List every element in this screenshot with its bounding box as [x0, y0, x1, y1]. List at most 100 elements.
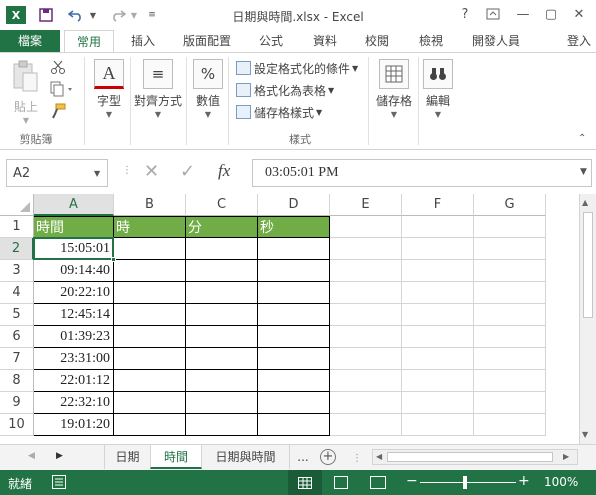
column-header-e[interactable]: E: [330, 194, 402, 216]
cell-b9[interactable]: [114, 392, 186, 414]
column-header-g[interactable]: G: [474, 194, 546, 216]
cell-f8[interactable]: [402, 370, 474, 392]
expand-formula-bar-icon[interactable]: ▼: [580, 167, 587, 177]
column-header-d[interactable]: D: [258, 194, 330, 216]
cancel-icon[interactable]: ✕: [144, 161, 166, 183]
sheet-tab-time[interactable]: 時間: [150, 445, 202, 469]
number-button[interactable]: % 數值 ▼: [192, 59, 224, 119]
scroll-up-icon[interactable]: ▲: [582, 198, 588, 207]
page-layout-view-icon[interactable]: [334, 476, 348, 489]
zoom-out-button[interactable]: −: [406, 473, 418, 489]
tab-formulas[interactable]: 公式: [246, 30, 296, 52]
cell-a10[interactable]: 19:01:20: [34, 414, 114, 436]
sheet-tab-date-and-time[interactable]: 日期與時間: [202, 445, 290, 469]
row-header-9[interactable]: 9: [0, 392, 34, 414]
editing-button[interactable]: 編輯 ▼: [422, 59, 454, 119]
tab-page-layout[interactable]: 版面配置: [176, 30, 238, 52]
cell-b4[interactable]: [114, 282, 186, 304]
close-button[interactable]: ✕: [566, 4, 592, 24]
cell-d10[interactable]: [258, 414, 330, 436]
row-header-1[interactable]: 1: [0, 216, 34, 238]
cell-a7[interactable]: 23:31:00: [34, 348, 114, 370]
cell-f6[interactable]: [402, 326, 474, 348]
cell-c9[interactable]: [186, 392, 258, 414]
cell-b10[interactable]: [114, 414, 186, 436]
minimize-button[interactable]: —: [510, 4, 536, 24]
row-header-8[interactable]: 8: [0, 370, 34, 392]
cell-g7[interactable]: [474, 348, 546, 370]
paste-button[interactable]: 貼上 ▼: [8, 59, 44, 125]
help-button[interactable]: ?: [452, 4, 478, 24]
ribbon-display-button[interactable]: [480, 4, 506, 24]
zoom-slider[interactable]: [420, 482, 516, 483]
enter-icon[interactable]: ✓: [180, 161, 202, 183]
cell-a4[interactable]: 20:22:10: [34, 282, 114, 304]
cut-icon[interactable]: [50, 59, 66, 75]
cell-g10[interactable]: [474, 414, 546, 436]
collapse-ribbon-icon[interactable]: ⌃: [578, 133, 590, 145]
cell-e10[interactable]: [330, 414, 402, 436]
row-header-4[interactable]: 4: [0, 282, 34, 304]
row-header-3[interactable]: 3: [0, 260, 34, 282]
cell-a1[interactable]: 時間: [34, 216, 114, 238]
macro-record-icon[interactable]: [52, 475, 66, 489]
zoom-level[interactable]: 100%: [544, 475, 578, 489]
sheet-tab-date[interactable]: 日期: [104, 445, 150, 469]
formula-input[interactable]: 03:05:01 PM: [252, 159, 592, 187]
name-box-dropdown-icon[interactable]: ▼: [94, 169, 100, 178]
copy-icon[interactable]: [50, 81, 74, 97]
scroll-right-icon[interactable]: ▶: [563, 452, 569, 461]
cell-g5[interactable]: [474, 304, 546, 326]
tab-view[interactable]: 檢視: [406, 30, 456, 52]
cell-f1[interactable]: [402, 216, 474, 238]
cell-g8[interactable]: [474, 370, 546, 392]
more-sheets-button[interactable]: ...: [290, 445, 316, 469]
zoom-in-button[interactable]: +: [518, 473, 530, 489]
tab-file[interactable]: 檔案: [0, 30, 60, 52]
format-as-table-button[interactable]: 格式化為表格 ▼: [236, 81, 334, 99]
cell-b7[interactable]: [114, 348, 186, 370]
new-sheet-icon[interactable]: +: [320, 449, 336, 465]
cell-e1[interactable]: [330, 216, 402, 238]
cell-b3[interactable]: [114, 260, 186, 282]
cell-d5[interactable]: [258, 304, 330, 326]
page-break-preview-icon[interactable]: [370, 476, 386, 489]
cells-button[interactable]: 儲存格 ▼: [374, 59, 414, 119]
cell-d8[interactable]: [258, 370, 330, 392]
cell-d4[interactable]: [258, 282, 330, 304]
cell-e9[interactable]: [330, 392, 402, 414]
scrollbar-splitter-icon[interactable]: ⋮: [352, 453, 362, 464]
cell-c10[interactable]: [186, 414, 258, 436]
row-header-2[interactable]: 2: [0, 238, 34, 260]
cell-e6[interactable]: [330, 326, 402, 348]
cell-b2[interactable]: [114, 238, 186, 260]
cell-f5[interactable]: [402, 304, 474, 326]
cell-d7[interactable]: [258, 348, 330, 370]
restore-button[interactable]: ▢: [538, 4, 564, 24]
column-header-f[interactable]: F: [402, 194, 474, 216]
cell-c4[interactable]: [186, 282, 258, 304]
cell-g1[interactable]: [474, 216, 546, 238]
cell-c7[interactable]: [186, 348, 258, 370]
font-button[interactable]: A 字型 ▼: [92, 59, 126, 119]
cell-d9[interactable]: [258, 392, 330, 414]
cell-b1[interactable]: 時: [114, 216, 186, 238]
cell-f9[interactable]: [402, 392, 474, 414]
row-header-5[interactable]: 5: [0, 304, 34, 326]
scroll-sheets-left-icon[interactable]: ◀: [28, 451, 35, 461]
scroll-down-icon[interactable]: ▼: [582, 430, 588, 439]
cell-c5[interactable]: [186, 304, 258, 326]
name-box[interactable]: A2: [6, 159, 108, 187]
row-header-7[interactable]: 7: [0, 348, 34, 370]
row-header-6[interactable]: 6: [0, 326, 34, 348]
cell-a6[interactable]: 01:39:23: [34, 326, 114, 348]
column-header-c[interactable]: C: [186, 194, 258, 216]
fill-handle[interactable]: [111, 257, 116, 262]
horizontal-scroll-thumb[interactable]: [387, 452, 553, 462]
cell-f4[interactable]: [402, 282, 474, 304]
cell-e4[interactable]: [330, 282, 402, 304]
tab-data[interactable]: 資料: [300, 30, 350, 52]
cell-c1[interactable]: 分: [186, 216, 258, 238]
scroll-left-icon[interactable]: ◀: [376, 452, 382, 461]
cell-c3[interactable]: [186, 260, 258, 282]
